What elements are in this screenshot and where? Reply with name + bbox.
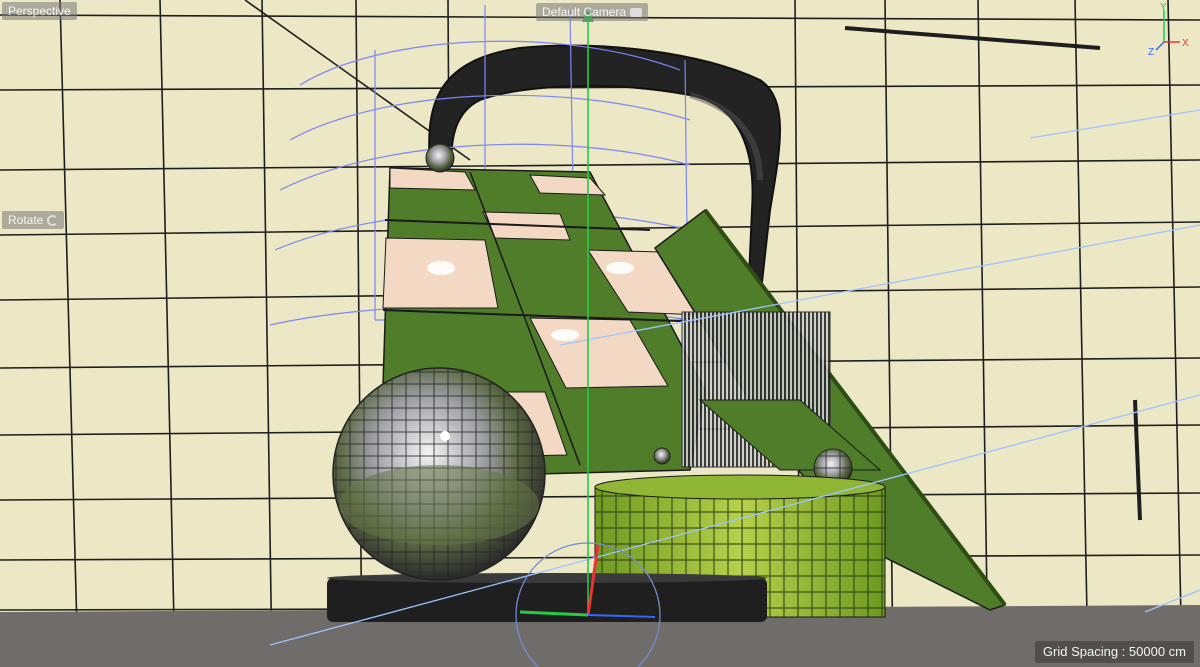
camera-label: Default Camera [542,5,627,19]
camera-selector[interactable]: Default Camera [536,3,649,21]
scene-canvas[interactable] [0,0,1200,667]
small-sphere-top[interactable] [425,143,455,173]
rotate-indicator[interactable]: Rotate [2,211,65,229]
rotate-label: Rotate [8,213,44,227]
rotate-icon [47,214,59,226]
camera-icon [630,7,643,17]
chrome-sphere[interactable] [332,367,546,581]
axis-x-label: X [1182,38,1189,49]
axis-z-label: Z [1148,47,1154,57]
3d-viewport[interactable]: Perspective Rotate Default Camera Grid S… [0,0,1200,667]
grid-spacing-readout: Grid Spacing : 50000 cm [1034,641,1194,663]
axis-gizmo-icon: Y X Z [1148,2,1189,57]
small-sphere-mid[interactable] [653,447,671,465]
axis-y-label: Y [1160,2,1167,13]
view-label[interactable]: Perspective [2,2,77,20]
